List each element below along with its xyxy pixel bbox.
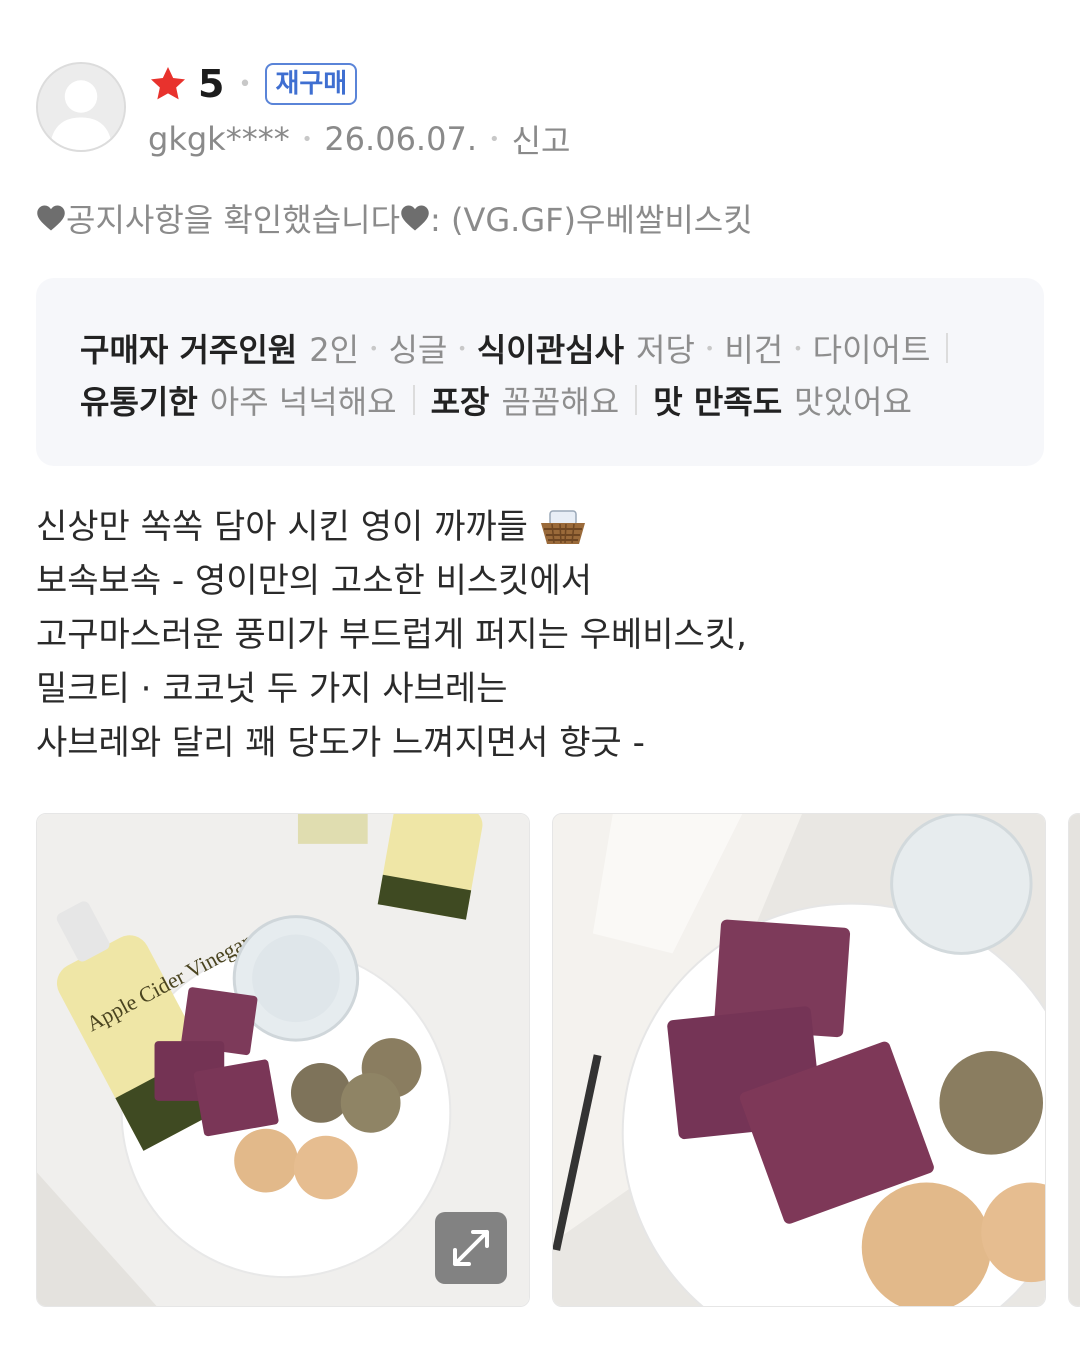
expand-button[interactable] [435, 1212, 507, 1284]
review-line: 보속보속 - 영이만의 고소한 비스킷에서 [36, 561, 592, 601]
review-meta: 5 • 재구매 gkgk**** • 26.06.07. • 신고 [148, 60, 571, 162]
diet-value: 비건 [724, 331, 784, 369]
household-tag: 싱글 [388, 331, 448, 369]
divider [412, 385, 415, 415]
username: gkgk**** [148, 120, 290, 158]
diet-value: 저당 [636, 331, 695, 369]
review-date: 26.06.07. [324, 120, 477, 158]
divider [946, 333, 949, 363]
review-header: 5 • 재구매 gkgk**** • 26.06.07. • 신고 [36, 60, 1036, 160]
heart-icon [37, 205, 65, 231]
star-icon [151, 67, 185, 100]
household-value: 2인 [309, 331, 360, 369]
household-label: 구매자 거주인원 [80, 331, 298, 369]
buyer-info-box: 구매자 거주인원 2인 • 싱글 • 식이관심사 저당 • 비건 • 다이어트 … [36, 278, 1044, 466]
taste-label: 맛 만족도 [653, 383, 783, 421]
repurchase-badge: 재구매 [265, 63, 358, 105]
dot-separator: • [793, 338, 803, 358]
review-photo-2[interactable] [552, 813, 1046, 1307]
dot-separator: • [488, 128, 500, 150]
product-name: : (VG.GF)우베쌀비스킷 [430, 201, 753, 239]
review-line: 사브레와 달리 꽤 당도가 느껴지면서 향긋 - [36, 723, 645, 763]
dot-separator: • [369, 338, 379, 358]
taste-value: 맛있어요 [794, 383, 912, 421]
dot-separator: • [704, 338, 715, 358]
report-link[interactable]: 신고 [512, 116, 571, 162]
diet-label: 식이관심사 [476, 331, 625, 369]
basket-emoji-icon [540, 510, 585, 544]
expiry-label: 유통기한 [80, 383, 198, 421]
review-photo-3-partial[interactable] [1068, 813, 1080, 1307]
review-line: 신상만 쏙쏙 담아 시킨 영이 까까들 [36, 500, 747, 554]
product-option: 공지사항을 확인했습니다 [66, 201, 401, 239]
product-option-line: 공지사항을 확인했습니다 : (VG.GF)우베쌀비스킷 [36, 195, 753, 241]
user-row: gkgk**** • 26.06.07. • 신고 [148, 116, 571, 162]
rating-score: 5 [198, 62, 225, 106]
heart-icon [401, 205, 429, 231]
info-line-1: 구매자 거주인원 2인 • 싱글 • 식이관심사 저당 • 비건 • 다이어트 [80, 322, 1000, 374]
rating-row: 5 • 재구매 [148, 60, 571, 108]
packaging-label: 포장 [430, 383, 490, 421]
packaging-value: 꼼꼼해요 [501, 383, 620, 421]
expand-icon [453, 1230, 489, 1266]
review-body: 신상만 쏙쏙 담아 시킨 영이 까까들 보속보속 - 영이만의 고소한 비스킷에… [36, 500, 747, 770]
review-line-text: 신상만 쏙쏙 담아 시킨 영이 까까들 [36, 507, 528, 547]
dot-separator: • [301, 128, 313, 150]
expiry-value: 아주 넉넉해요 [209, 383, 397, 421]
review-line: 고구마스러운 풍미가 부드럽게 퍼지는 우베비스킷, [36, 615, 747, 655]
info-line-2: 유통기한 아주 넉넉해요 포장 꼼꼼해요 맛 만족도 맛있어요 [80, 374, 1000, 426]
dot-separator: • [238, 71, 252, 97]
dot-separator: • [457, 338, 467, 358]
review-line: 밀크티 · 코코넛 두 가지 사브레는 [36, 669, 508, 709]
diet-value: 다이어트 [812, 331, 931, 369]
divider [635, 385, 638, 415]
default-avatar-icon[interactable] [36, 62, 126, 152]
